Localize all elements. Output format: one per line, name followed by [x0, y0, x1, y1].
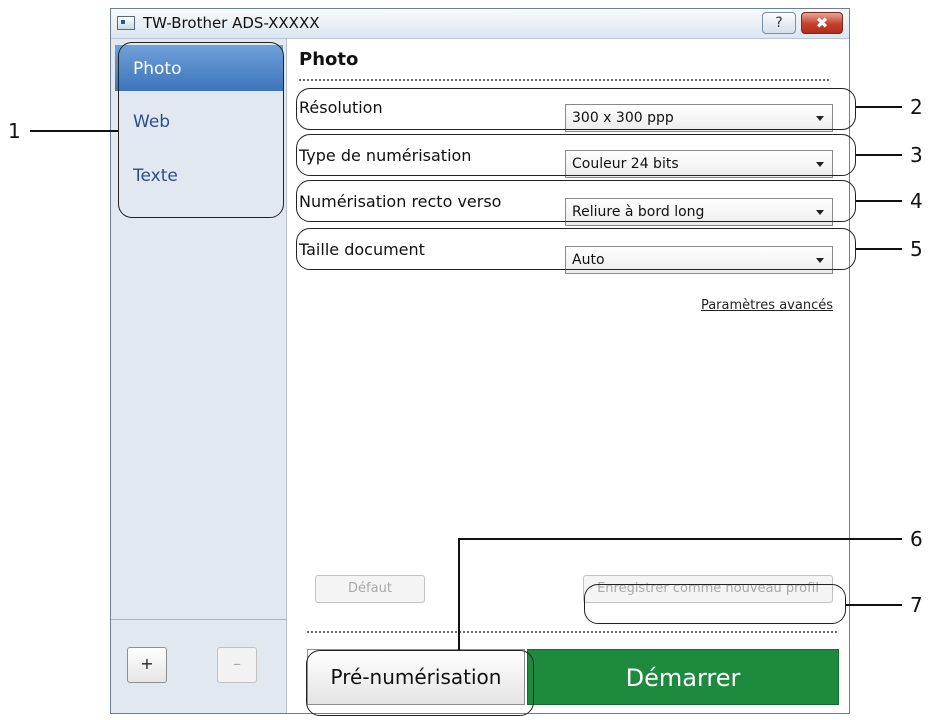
- callout-number-7: 7: [910, 593, 923, 617]
- window-title: TW-Brother ADS-XXXXX: [143, 14, 320, 32]
- resolution-value: 300 x 300 ppp: [572, 110, 674, 126]
- sidebar-item-photo[interactable]: Photo: [115, 45, 283, 91]
- callout-number-1: 1: [8, 119, 21, 143]
- callout-number-4: 4: [910, 189, 923, 213]
- leader-line-2: [856, 106, 902, 108]
- add-profile-button[interactable]: +: [127, 647, 167, 683]
- leader-line-6-horizontal: [458, 538, 902, 540]
- duplex-select[interactable]: Reliure à bord long: [565, 198, 833, 226]
- chevron-down-icon: [816, 210, 824, 215]
- advanced-settings-link[interactable]: Paramètres avancés: [701, 298, 833, 313]
- leader-line-1: [30, 130, 118, 132]
- heading-divider: [299, 79, 829, 81]
- leader-line-4: [856, 200, 902, 202]
- scan-type-label: Type de numérisation: [299, 146, 472, 165]
- sidebar-item-web[interactable]: Web: [115, 98, 283, 144]
- callout-number-5: 5: [910, 237, 923, 261]
- profile-sidebar: Photo Web Texte + –: [111, 39, 287, 713]
- leader-line-3: [856, 154, 902, 156]
- resolution-select[interactable]: 300 x 300 ppp: [565, 104, 833, 132]
- chevron-down-icon: [816, 258, 824, 263]
- chevron-down-icon: [816, 116, 824, 121]
- save-profile-button[interactable]: Enregistrer comme nouveau profil: [583, 575, 833, 603]
- title-bar: TW-Brother ADS-XXXXX ? ✖: [111, 9, 849, 39]
- scan-type-value: Couleur 24 bits: [572, 156, 679, 172]
- leader-line-5: [856, 248, 902, 250]
- app-window-icon: [117, 16, 135, 30]
- duplex-value: Reliure à bord long: [572, 204, 705, 220]
- callout-number-6: 6: [910, 527, 923, 551]
- resolution-label: Résolution: [299, 98, 383, 117]
- prescan-button[interactable]: Pré-numérisation: [307, 649, 525, 705]
- sidebar-divider: [111, 619, 286, 620]
- scan-type-select[interactable]: Couleur 24 bits: [565, 150, 833, 178]
- document-size-label: Taille document: [299, 240, 425, 259]
- chevron-down-icon: [816, 162, 824, 167]
- leader-line-7: [846, 604, 902, 606]
- close-button[interactable]: ✖: [801, 12, 843, 34]
- leader-line-6-vertical: [458, 538, 460, 650]
- duplex-label: Numérisation recto verso: [299, 192, 502, 211]
- settings-panel: Photo Résolution 300 x 300 ppp Type de n…: [287, 39, 849, 713]
- remove-profile-button[interactable]: –: [217, 647, 257, 683]
- callout-number-3: 3: [910, 143, 923, 167]
- callout-number-2: 2: [910, 95, 923, 119]
- sidebar-item-texte[interactable]: Texte: [115, 152, 283, 198]
- default-button[interactable]: Défaut: [315, 575, 425, 603]
- document-size-select[interactable]: Auto: [565, 246, 833, 274]
- document-size-value: Auto: [572, 252, 605, 268]
- start-button[interactable]: Démarrer: [527, 649, 839, 705]
- page-title: Photo: [299, 49, 359, 70]
- scanner-dialog: TW-Brother ADS-XXXXX ? ✖ Photo Web Texte…: [110, 8, 850, 714]
- help-button[interactable]: ?: [762, 12, 796, 34]
- bottom-divider: [307, 631, 837, 633]
